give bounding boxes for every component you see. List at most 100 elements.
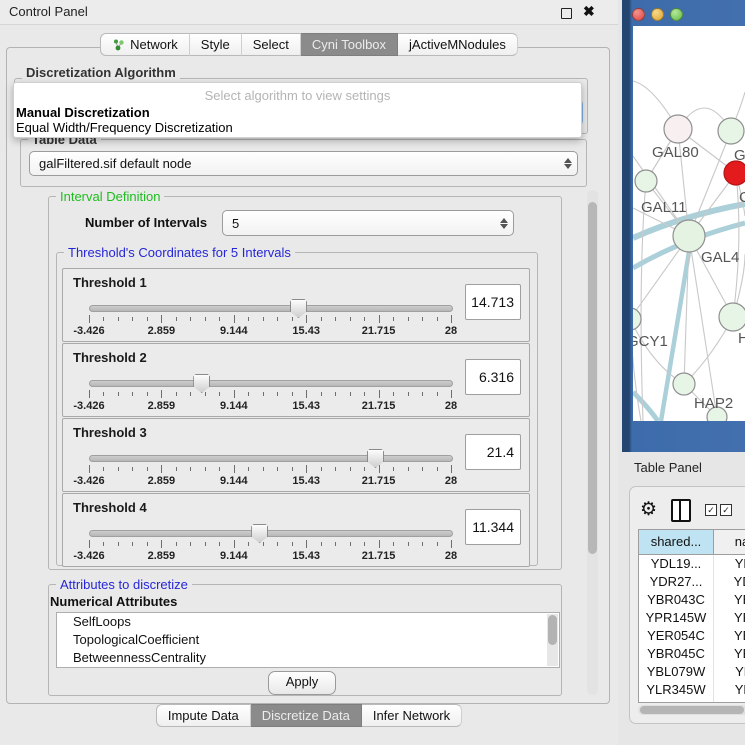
panel-scrollbar[interactable]	[587, 190, 598, 695]
intervals-combo[interactable]: 5	[222, 210, 514, 236]
node-gal80[interactable]	[664, 115, 692, 143]
table-data-combo[interactable]: galFiltered.sif default node	[29, 151, 578, 176]
node-right-mid[interactable]	[719, 303, 745, 331]
table-cell[interactable]: YIL0	[714, 699, 745, 703]
threshold-slider[interactable]: -3.4262.8599.14415.4321.71528	[89, 449, 451, 489]
threshold-value-box[interactable]: 11.344	[465, 509, 521, 545]
gear-icon[interactable]: ⚙	[640, 500, 657, 520]
slider-ticks	[89, 465, 451, 474]
columns-icon[interactable]	[671, 499, 691, 522]
tick-mark	[408, 467, 409, 471]
minimize-traffic-icon[interactable]	[651, 8, 664, 21]
label-below-red: C	[739, 189, 745, 206]
tab-style[interactable]: Style	[190, 33, 242, 56]
table-cell[interactable]: YDL19...	[639, 555, 714, 573]
table-hscrollbar-thumb[interactable]	[640, 706, 744, 714]
threshold-slider[interactable]: -3.4262.8599.14415.4321.71528	[89, 524, 451, 564]
column-header[interactable]: shared...	[639, 530, 714, 554]
slider-track[interactable]	[89, 305, 453, 312]
tick-mark	[393, 317, 394, 321]
tick-mark	[451, 465, 452, 473]
threshold-value-box[interactable]: 6.316	[465, 359, 521, 395]
table-cell[interactable]: YBR045C	[639, 645, 714, 663]
table-cell[interactable]: YDR27...	[639, 573, 714, 591]
tick-label: 15.43	[292, 550, 320, 562]
table-cell[interactable]: YBR0	[714, 645, 745, 663]
tab-select[interactable]: Select	[242, 33, 301, 56]
network-view-window[interactable]: GAL80 GA C GAL11 GAL4 GCY1 H HAP2	[622, 0, 745, 452]
tab-cyni-toolbox[interactable]: Cyni Toolbox	[301, 33, 398, 56]
table-row[interactable]: YPR145WYPR1	[639, 609, 745, 627]
attribute-item[interactable]: TopologicalCoefficient	[57, 631, 559, 649]
checkbox-icon[interactable]: ✓	[720, 504, 732, 516]
table-data-combo-value: galFiltered.sif default node	[30, 156, 559, 171]
node-gcy1[interactable]	[633, 308, 641, 330]
node-gal11[interactable]	[635, 170, 657, 192]
network-canvas[interactable]: GAL80 GA C GAL11 GAL4 GCY1 H HAP2	[633, 26, 745, 421]
table-cell[interactable]: YER0	[714, 627, 745, 645]
table-row[interactable]: YLR345WYLR3	[639, 681, 745, 699]
tick-mark	[176, 467, 177, 471]
table-row[interactable]: YDL19...YDL1	[639, 555, 745, 573]
node-table[interactable]: shared...nameYDL19...YDL1YDR27...YDR2YBR…	[638, 529, 745, 703]
table-row[interactable]: YDR27...YDR2	[639, 573, 745, 591]
tick-mark	[393, 392, 394, 396]
table-cell[interactable]: YLR345W	[639, 681, 714, 699]
threshold-slider[interactable]: -3.4262.8599.14415.4321.71528	[89, 299, 451, 339]
threshold-panel-2: Threshold 2 -3.4262.8599.14415.4321.7152…	[62, 343, 530, 417]
bottom-tab-discretize-data[interactable]: Discretize Data	[251, 704, 362, 727]
column-header[interactable]: name	[714, 530, 745, 554]
table-cell[interactable]: YDL1	[714, 555, 745, 573]
zoom-traffic-icon[interactable]	[670, 8, 683, 21]
dropdown-option-manual[interactable]: Manual Discretization	[16, 105, 150, 120]
label-hap2: HAP2	[694, 395, 733, 412]
slider-track[interactable]	[89, 455, 453, 462]
attribute-item[interactable]: BetweennessCentrality	[57, 649, 559, 667]
dropdown-option-equal-width[interactable]: Equal Width/Frequency Discretization	[16, 120, 233, 135]
close-icon[interactable]: ✖	[583, 3, 595, 20]
tick-mark	[132, 467, 133, 471]
table-cell[interactable]: YIL052C	[639, 699, 714, 703]
table-hscrollbar[interactable]	[638, 705, 745, 715]
table-cell[interactable]: YDR2	[714, 573, 745, 591]
checkbox-icon[interactable]: ✓	[705, 504, 717, 516]
table-cell[interactable]: YBR043C	[639, 591, 714, 609]
threshold-value-box[interactable]: 14.713	[465, 284, 521, 320]
slider-track[interactable]	[89, 380, 453, 387]
table-row[interactable]: YBR043CYBR0	[639, 591, 745, 609]
table-row[interactable]: YER054CYER0	[639, 627, 745, 645]
tick-mark	[335, 542, 336, 546]
table-cell[interactable]: YPR1	[714, 609, 745, 627]
list-scrollbar[interactable]	[547, 614, 558, 666]
node-hap2[interactable]	[673, 373, 695, 395]
panel-scrollbar-thumb[interactable]	[588, 202, 597, 554]
tab-jactivemnodules[interactable]: jActiveMNodules	[398, 33, 518, 56]
slider-track[interactable]	[89, 530, 453, 537]
bottom-tab-impute-data[interactable]: Impute Data	[156, 704, 251, 727]
table-row[interactable]: YBL079WYBL0	[639, 663, 745, 681]
node-gal4[interactable]	[673, 220, 705, 252]
table-row[interactable]: YIL052CYIL0	[639, 699, 745, 703]
bottom-tab-infer-network[interactable]: Infer Network	[362, 704, 462, 727]
float-window-icon[interactable]	[561, 8, 572, 19]
close-traffic-icon[interactable]	[632, 8, 645, 21]
table-cell[interactable]: YBR0	[714, 591, 745, 609]
table-cell[interactable]: YER054C	[639, 627, 714, 645]
table-cell[interactable]: YBL079W	[639, 663, 714, 681]
table-cell[interactable]: YPR145W	[639, 609, 714, 627]
tick-mark	[176, 317, 177, 321]
tab-network[interactable]: Network	[100, 33, 190, 56]
node-red[interactable]	[724, 161, 745, 185]
apply-button[interactable]: Apply	[268, 671, 336, 695]
attribute-item[interactable]: SelfLoops	[57, 613, 559, 631]
node-top-right[interactable]	[718, 118, 744, 144]
tick-mark	[205, 542, 206, 546]
list-scrollbar-thumb[interactable]	[548, 615, 557, 645]
threshold-slider[interactable]: -3.4262.8599.14415.4321.71528	[89, 374, 451, 414]
threshold-label: Threshold 1	[73, 275, 147, 290]
table-cell[interactable]: YLR3	[714, 681, 745, 699]
numerical-attributes-list[interactable]: SelfLoopsTopologicalCoefficientBetweenne…	[56, 612, 560, 668]
threshold-value-box[interactable]: 21.4	[465, 434, 521, 470]
table-cell[interactable]: YBL0	[714, 663, 745, 681]
table-row[interactable]: YBR045CYBR0	[639, 645, 745, 663]
